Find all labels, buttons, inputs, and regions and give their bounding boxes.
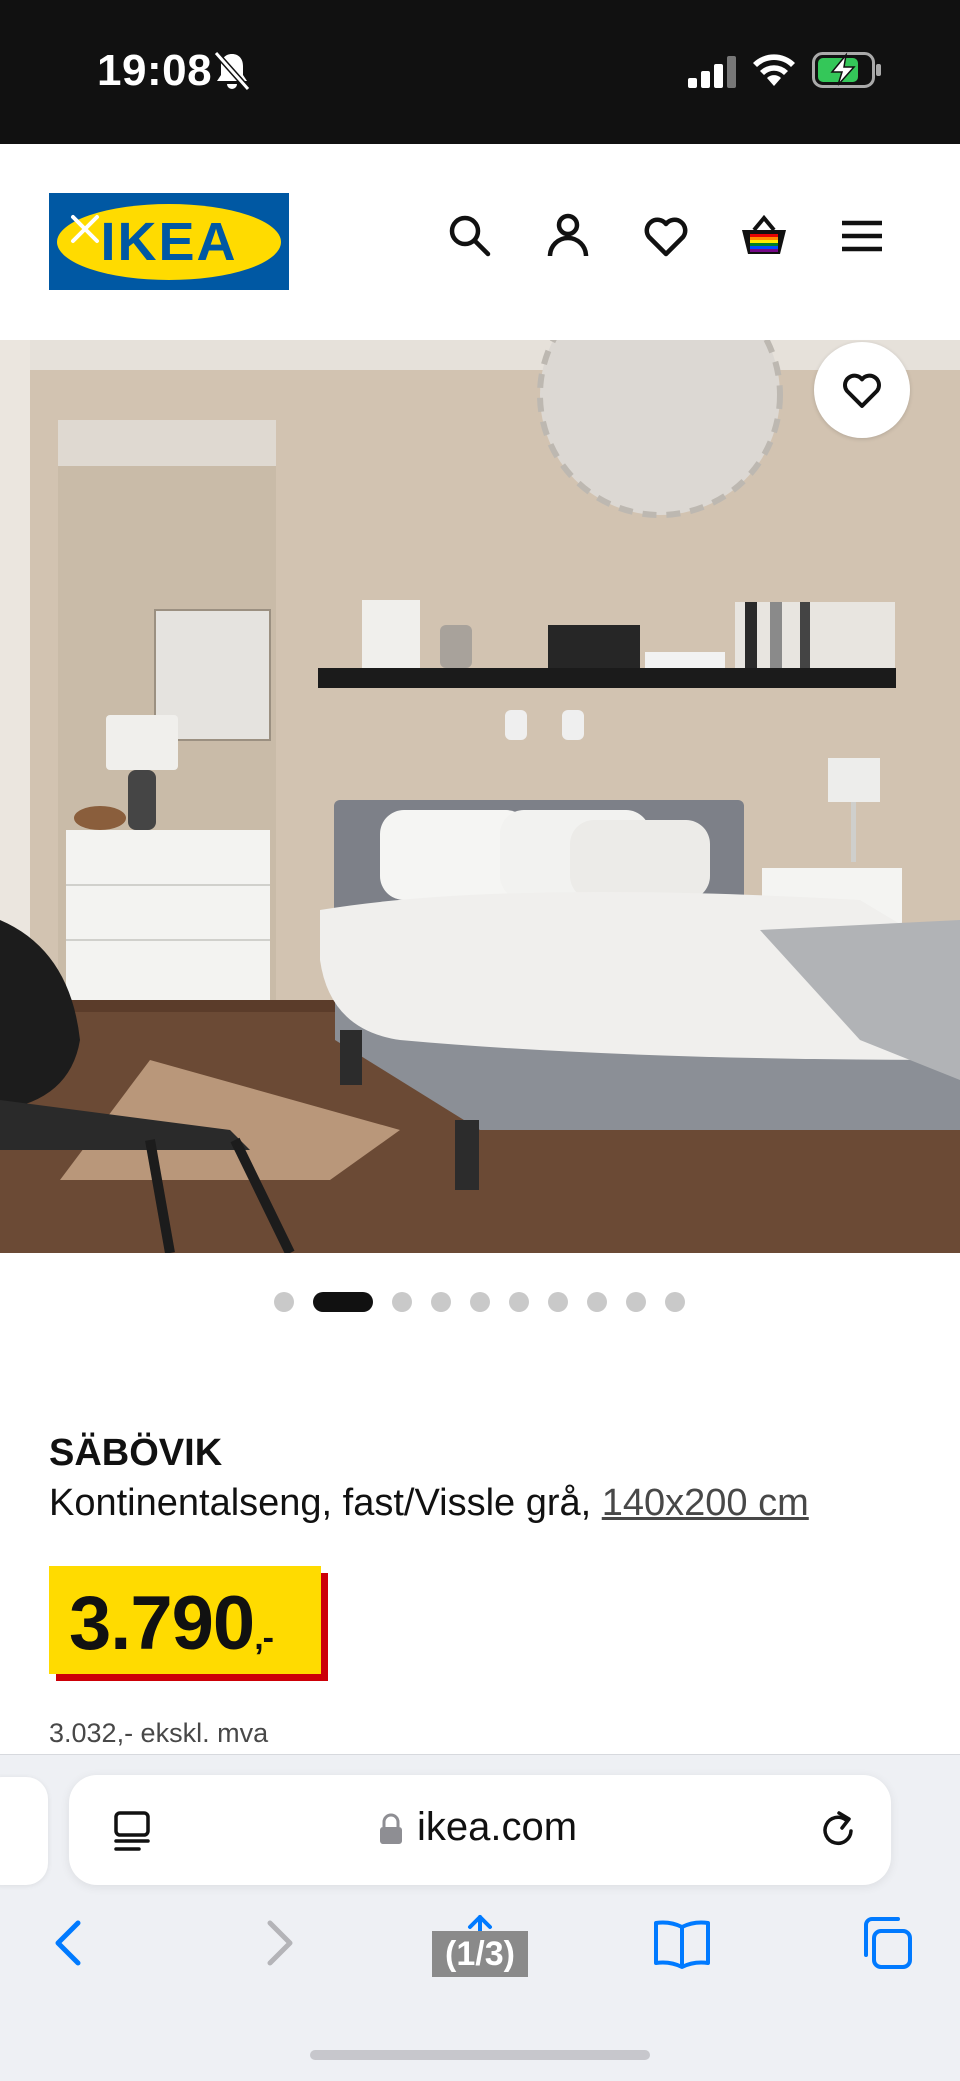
carousel-dot-active[interactable] — [313, 1292, 373, 1312]
reader-icon[interactable] — [111, 1809, 155, 1853]
wifi-icon — [753, 54, 795, 86]
carousel-dot[interactable] — [392, 1292, 412, 1312]
price-suffix: ,- — [254, 1619, 274, 1657]
battery-charging-icon — [812, 52, 881, 88]
product-description: Kontinentalseng, fast/Vissle grå, 140x20… — [49, 1482, 809, 1525]
forward-icon[interactable] — [248, 1913, 308, 1973]
price-number: 3.790 — [69, 1581, 255, 1666]
address-bar[interactable]: ikea.com — [69, 1775, 891, 1885]
product-name: SÄBÖVIK — [49, 1432, 223, 1474]
bookmarks-icon[interactable] — [652, 1913, 712, 1973]
reload-icon[interactable] — [815, 1807, 861, 1853]
browser-toolbar: ikea.com (1/3) — [0, 1754, 960, 2081]
heart-icon[interactable] — [640, 210, 692, 262]
carousel-dot[interactable] — [548, 1292, 568, 1312]
price-tag: 3.790,- — [49, 1566, 321, 1674]
cart-icon[interactable] — [738, 210, 790, 262]
save-to-favorites-button[interactable] — [814, 342, 910, 438]
url-text: ikea.com — [417, 1805, 578, 1849]
carousel-dot[interactable] — [665, 1292, 685, 1312]
price-value: 3.790,- — [69, 1580, 274, 1667]
back-icon[interactable] — [40, 1913, 100, 1973]
product-image[interactable] — [0, 340, 960, 1253]
bell-muted-icon — [213, 51, 251, 91]
page-indicator: (1/3) — [432, 1931, 528, 1977]
carousel-dot[interactable] — [470, 1292, 490, 1312]
site-header: IKEA — [0, 144, 960, 340]
carousel-dot[interactable] — [509, 1292, 529, 1312]
search-icon[interactable] — [444, 210, 496, 262]
tabs-icon[interactable] — [856, 1913, 916, 1973]
bedroom-illustration — [0, 340, 960, 1253]
image-carousel-dots — [0, 1292, 960, 1312]
product-size-link[interactable]: 140x200 cm — [602, 1482, 809, 1524]
ikea-logo[interactable]: IKEA — [49, 193, 289, 290]
carousel-dot[interactable] — [431, 1292, 451, 1312]
signal-icon — [688, 56, 736, 88]
product-description-text: Kontinentalseng, fast/Vissle grå, — [49, 1482, 592, 1524]
carousel-dot[interactable] — [274, 1292, 294, 1312]
heart-icon — [843, 373, 881, 408]
previous-tab-preview[interactable] — [0, 1777, 48, 1885]
account-icon[interactable] — [542, 210, 594, 262]
status-bar: 19:08 — [0, 0, 960, 144]
lock-icon — [380, 1813, 402, 1844]
home-indicator[interactable] — [310, 2050, 650, 2060]
carousel-dot[interactable] — [626, 1292, 646, 1312]
menu-icon[interactable] — [836, 210, 888, 262]
status-time: 19:08 — [97, 46, 213, 95]
close-icon[interactable] — [67, 211, 103, 247]
carousel-dot[interactable] — [587, 1292, 607, 1312]
price-excluding-vat: 3.032,- ekskl. mva — [49, 1718, 269, 1748]
